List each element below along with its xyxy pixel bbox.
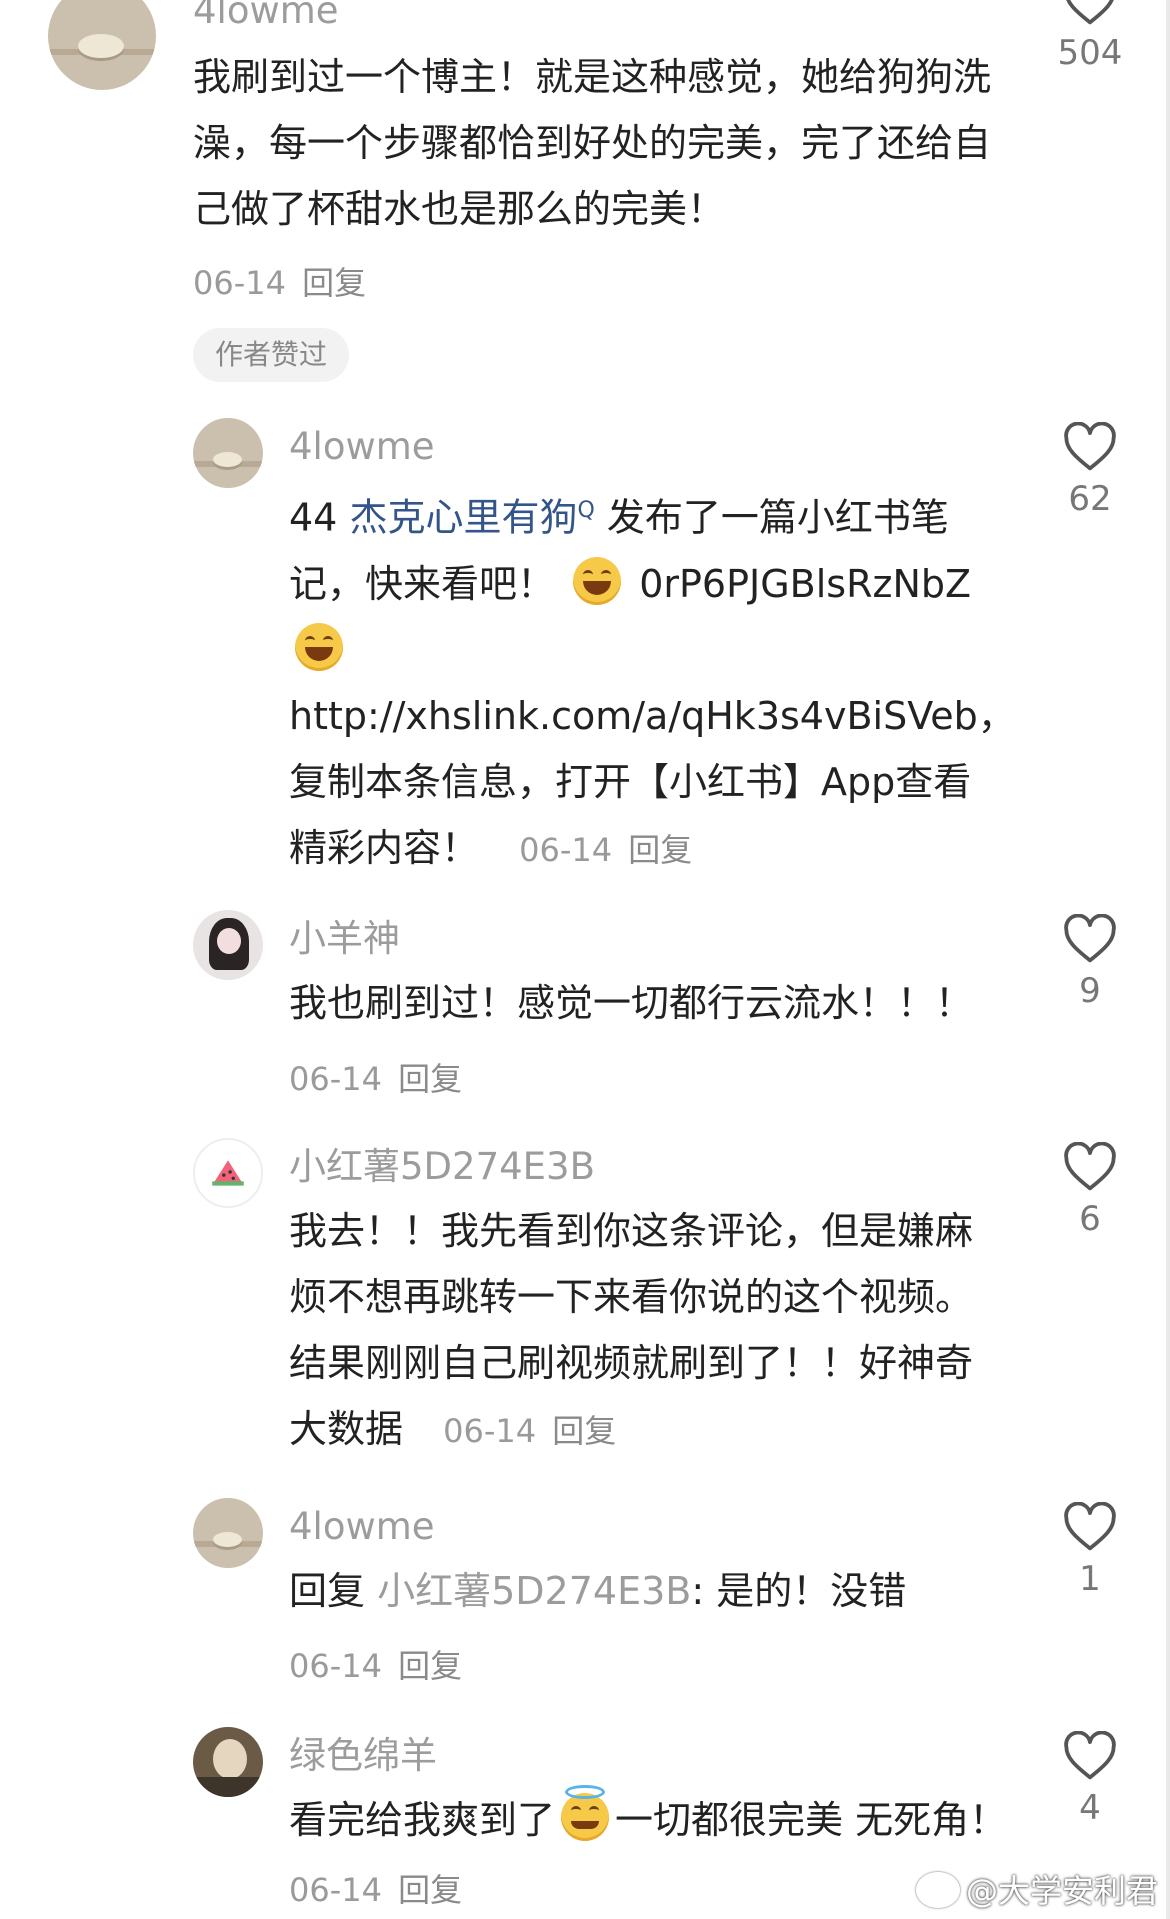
heart-icon[interactable] bbox=[1063, 1142, 1117, 1192]
heart-icon[interactable] bbox=[1063, 1731, 1117, 1781]
comment-meta: 06-14 回复 bbox=[289, 1871, 462, 1909]
comment-meta: 06-14 回复 bbox=[443, 1412, 616, 1450]
comment-text: 我也刷到过！感觉一切都行云流水！！！ bbox=[289, 970, 1009, 1036]
like-count: 9 bbox=[1079, 971, 1101, 1011]
author-liked-badge: 作者赞过 bbox=[193, 328, 350, 382]
avatar[interactable] bbox=[193, 1727, 263, 1797]
comment-date: 06-14 bbox=[289, 1871, 382, 1909]
comment-meta: 06-14 回复 bbox=[289, 1054, 462, 1100]
reply-button[interactable]: 回复 bbox=[302, 264, 366, 302]
mention-link[interactable]: 杰克心里有狗 bbox=[349, 496, 577, 540]
reply-prefix: 回复 bbox=[289, 1569, 366, 1613]
avatar[interactable] bbox=[193, 1498, 263, 1568]
comment-username[interactable]: 4lowme bbox=[289, 1508, 435, 1545]
watermark: @大学安利君 bbox=[915, 1866, 1158, 1912]
comment-text: 我刷到过一个博主！就是这种感觉，她给狗狗洗澡，每一个步骤都恰到好处的完美，完了还… bbox=[193, 44, 993, 242]
watermelon-icon bbox=[212, 1160, 244, 1186]
watermark-text: @大学安利君 bbox=[965, 1872, 1158, 1910]
comment-prefix: 44 bbox=[289, 495, 338, 540]
comment-date: 06-14 bbox=[519, 830, 613, 869]
heart-icon[interactable] bbox=[1063, 0, 1117, 26]
heart-icon[interactable] bbox=[1063, 1502, 1117, 1552]
like-count: 6 bbox=[1079, 1199, 1101, 1239]
grinning-squinting-face-icon bbox=[573, 556, 622, 605]
comment-code: 0rP6PJGBlsRzNbZ bbox=[639, 561, 972, 606]
grinning-squinting-face-icon bbox=[295, 622, 343, 671]
comment-text: 看完给我爽到了 一切都很完美 无死角！ 06-14 回复 bbox=[289, 1785, 1009, 1919]
like-count: 4 bbox=[1079, 1788, 1101, 1828]
like-control[interactable]: 4 bbox=[1040, 1731, 1140, 1825]
comment-body: : 是的！没错 bbox=[691, 1569, 907, 1613]
comment-username[interactable]: 小红薯5D274E3B bbox=[289, 1148, 595, 1185]
comment-body: 看完给我爽到了 bbox=[289, 1798, 556, 1842]
like-count: 1 bbox=[1079, 1559, 1101, 1599]
like-control[interactable]: 62 bbox=[1040, 422, 1140, 516]
comment-body: 我刷到过一个博主！就是这种感觉，她给狗狗洗澡，每一个步骤都恰到好处的完美，完了还… bbox=[193, 55, 992, 231]
comment-text: 我去！！我先看到你这条评论，但是嫌麻烦不想再跳转一下来看你说的这个视频。结果刚刚… bbox=[289, 1198, 1009, 1464]
comment-text: 回复 小红薯5D274E3B: 是的！没错 bbox=[289, 1558, 1009, 1624]
like-control[interactable]: 504 bbox=[1040, 0, 1140, 70]
avatar[interactable] bbox=[193, 418, 263, 488]
smiling-face-with-halo-icon bbox=[561, 1785, 610, 1841]
comment-username[interactable]: 绿色绵羊 bbox=[289, 1737, 437, 1774]
like-count: 62 bbox=[1068, 479, 1112, 519]
weibo-logo-icon bbox=[915, 1872, 960, 1908]
comment-username[interactable]: 4lowme bbox=[193, 0, 339, 29]
reply-button[interactable]: 回复 bbox=[398, 1871, 462, 1909]
reply-button[interactable]: 回复 bbox=[628, 831, 692, 869]
heart-icon[interactable] bbox=[1063, 422, 1117, 472]
comment-date: 06-14 bbox=[193, 264, 286, 302]
like-count: 504 bbox=[1057, 33, 1123, 73]
screen-edge bbox=[1166, 0, 1170, 1919]
comment-meta: 06-14 回复 bbox=[289, 1641, 462, 1687]
comment-text: 44 杰克心里有狗Q 发布了一篇小红书笔记，快来看吧！ 0rP6PJGBlsRz… bbox=[289, 478, 1016, 883]
comment-meta: 06-14 回复 bbox=[519, 831, 692, 869]
reply-button[interactable]: 回复 bbox=[552, 1412, 616, 1450]
reply-target-username[interactable]: 小红薯5D274E3B bbox=[377, 1569, 691, 1613]
comment-meta: 06-14 回复 bbox=[193, 258, 366, 304]
comment-page: 4lowme 我刷到过一个博主！就是这种感觉，她给狗狗洗澡，每一个步骤都恰到好处… bbox=[0, 0, 1170, 1919]
like-control[interactable]: 9 bbox=[1040, 914, 1140, 1008]
reply-button[interactable]: 回复 bbox=[398, 1647, 462, 1685]
comment-date: 06-14 bbox=[289, 1647, 382, 1685]
avatar[interactable] bbox=[193, 1138, 263, 1208]
comment-username[interactable]: 小羊神 bbox=[289, 920, 400, 957]
comment-body: 我去！！我先看到你这条评论，但是嫌麻烦不想再跳转一下来看你说的这个视频。结果刚刚… bbox=[289, 1209, 974, 1451]
comment-body: 一切都很完美 无死角！ bbox=[615, 1798, 1008, 1842]
comment-username[interactable]: 4lowme bbox=[289, 428, 435, 465]
search-icon: Q bbox=[577, 498, 595, 523]
heart-icon[interactable] bbox=[1063, 914, 1117, 964]
like-control[interactable]: 1 bbox=[1040, 1502, 1140, 1596]
like-control[interactable]: 6 bbox=[1040, 1142, 1140, 1236]
comment-date: 06-14 bbox=[443, 1412, 537, 1450]
avatar[interactable] bbox=[193, 910, 263, 980]
reply-button[interactable]: 回复 bbox=[398, 1060, 462, 1098]
avatar[interactable] bbox=[48, 0, 156, 90]
comment-body: 我也刷到过！感觉一切都行云流水！！！ bbox=[289, 981, 974, 1025]
comment-date: 06-14 bbox=[289, 1060, 382, 1098]
